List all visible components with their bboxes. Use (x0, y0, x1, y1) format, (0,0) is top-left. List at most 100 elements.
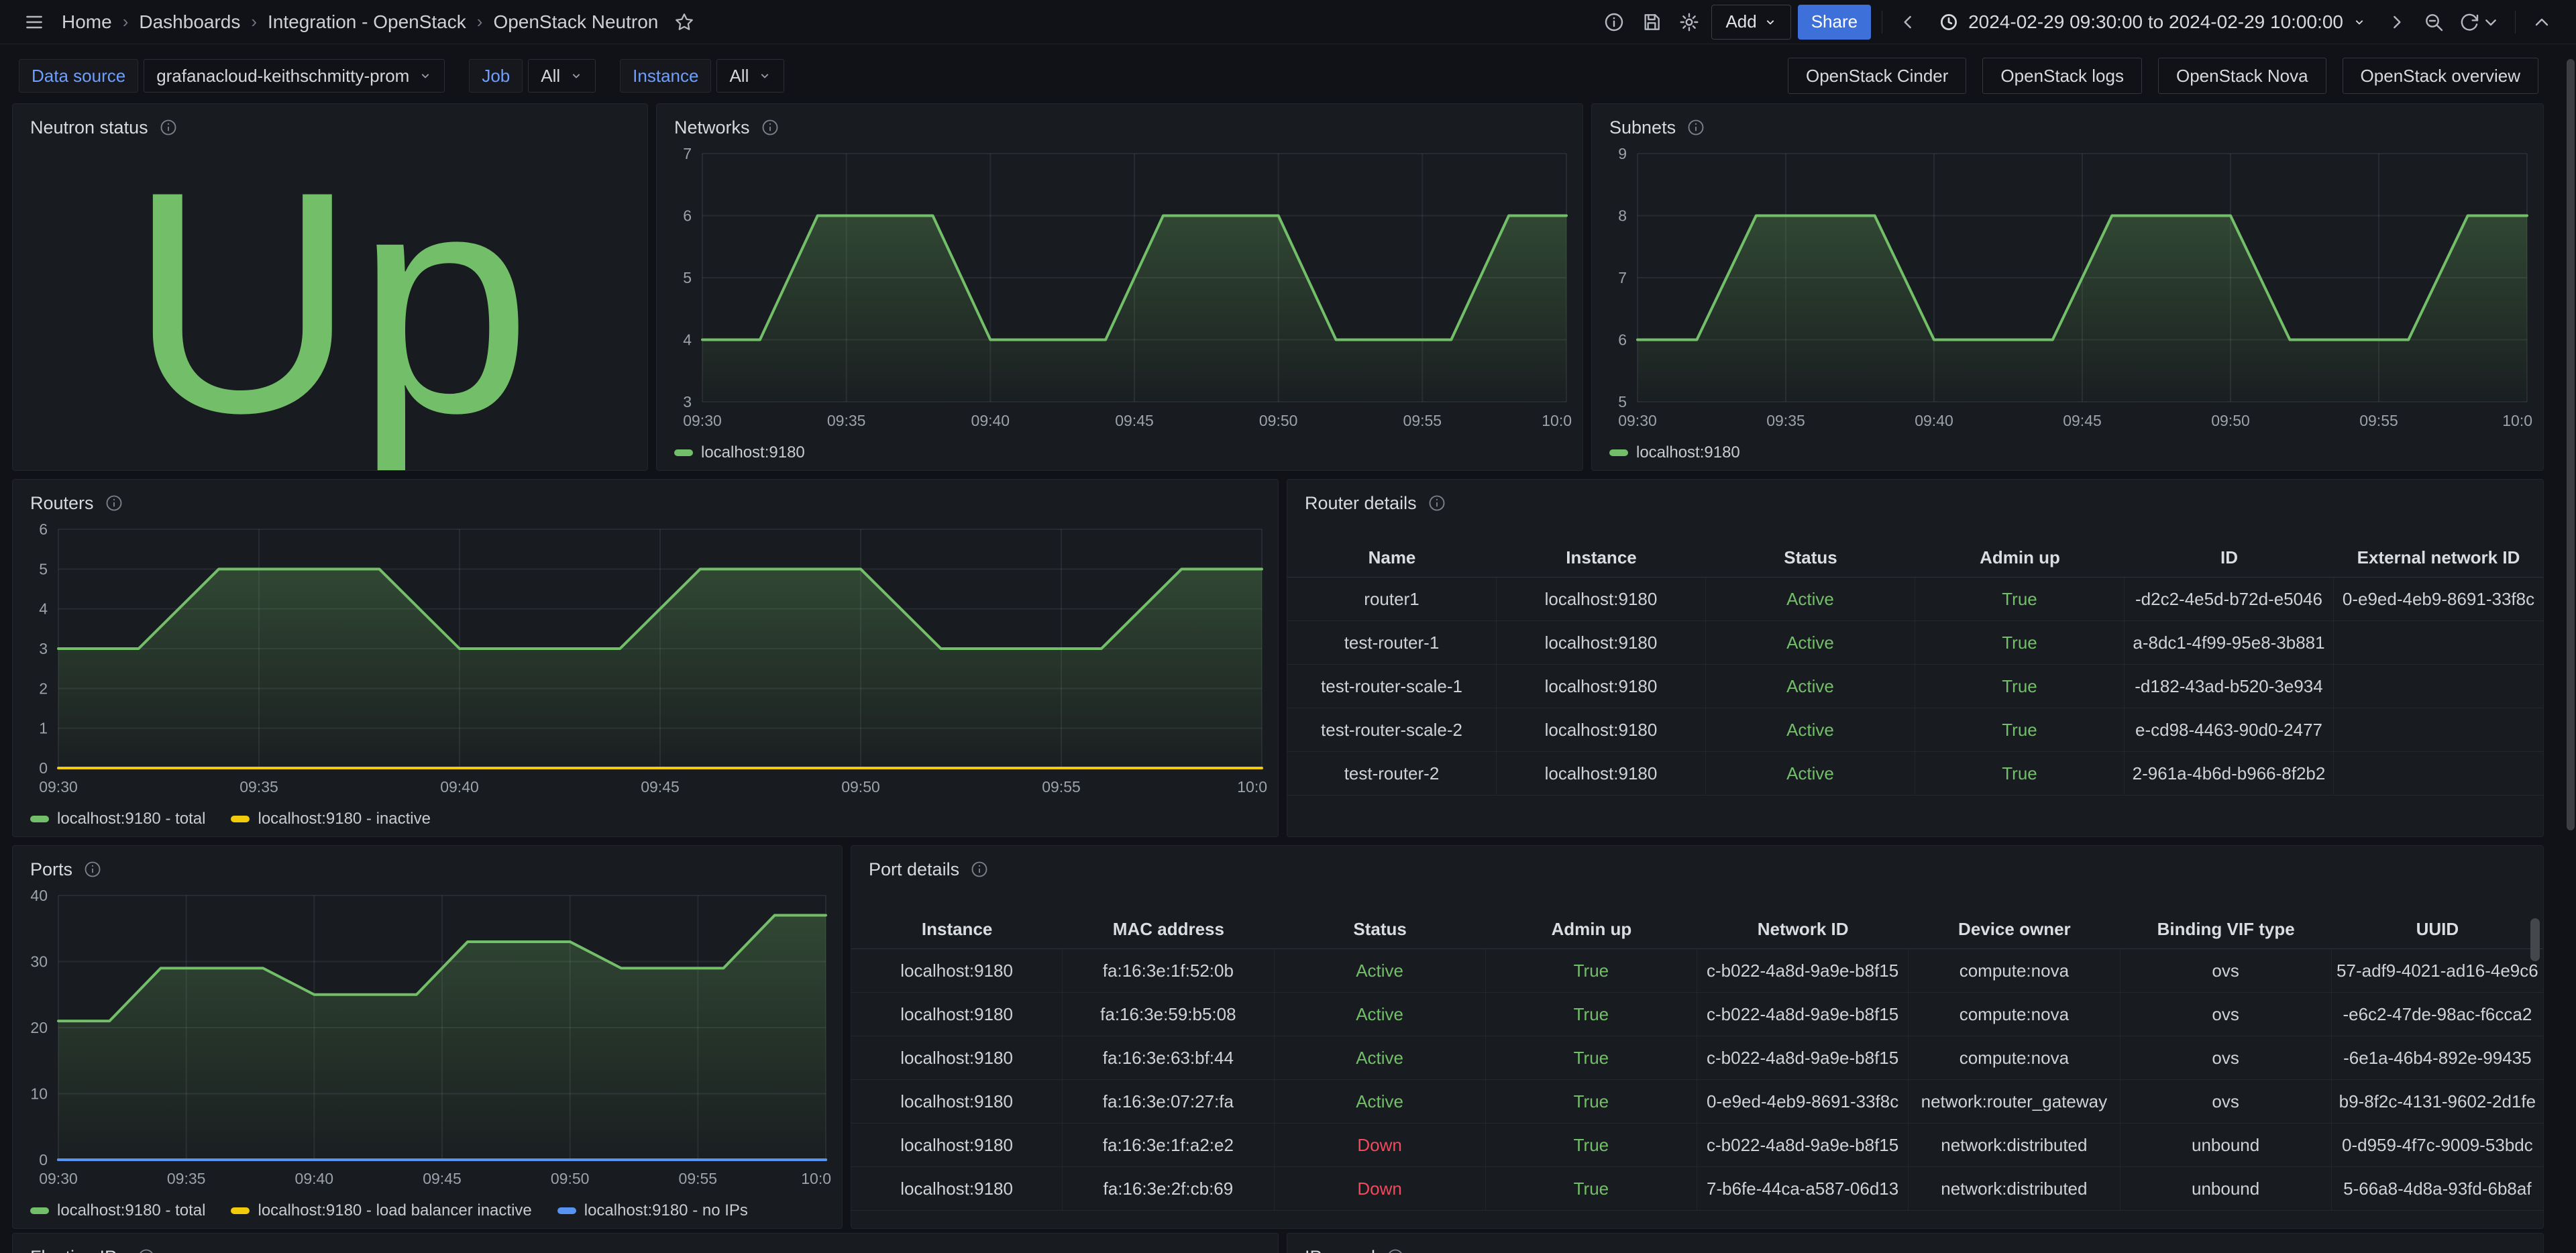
svg-text:09:45: 09:45 (641, 778, 680, 796)
svg-text:6: 6 (683, 207, 692, 225)
column-header[interactable]: Status (1706, 547, 1915, 568)
legend-item[interactable]: localhost:9180 - load balancer inactive (231, 1201, 531, 1220)
time-series-chart[interactable]: 3456709:3009:3509:4009:4509:5009:5510:0 (666, 142, 1573, 431)
cell: fa:16:3e:2f:cb:69 (1063, 1167, 1274, 1210)
time-series-chart[interactable]: 012345609:3009:3509:4009:4509:5009:5510:… (22, 517, 1269, 798)
info-icon[interactable] (1428, 494, 1446, 512)
panel-title[interactable]: Ports (30, 859, 72, 880)
column-header[interactable]: Binding VIF type (2121, 919, 2332, 940)
column-header[interactable]: MAC address (1063, 919, 1274, 940)
time-range-picker[interactable]: 2024-02-29 09:30:00 to 2024-02-29 10:00:… (1931, 5, 2374, 40)
cell: ovs (2121, 1036, 2332, 1079)
link-openstack-nova[interactable]: OpenStack Nova (2158, 58, 2326, 94)
legend-swatch (30, 1207, 49, 1214)
legend-item[interactable]: localhost:9180 - total (30, 1201, 205, 1220)
svg-text:09:45: 09:45 (1115, 412, 1154, 429)
info-icon[interactable] (1686, 118, 1705, 137)
panel-title-row: Port details (851, 846, 2543, 883)
column-header[interactable]: Instance (851, 919, 1063, 940)
link-openstack-overview[interactable]: OpenStack overview (2343, 58, 2538, 94)
dashboard-info-icon[interactable] (1599, 7, 1629, 38)
cell (2334, 752, 2543, 795)
job-select[interactable]: All (528, 59, 596, 93)
add-button[interactable]: Add (1711, 5, 1790, 40)
column-header[interactable]: Instance (1497, 547, 1706, 568)
share-button[interactable]: Share (1798, 5, 1871, 40)
cell: fa:16:3e:1f:52:0b (1063, 949, 1274, 992)
panel-title[interactable]: Routers (30, 493, 94, 514)
panel-title[interactable]: Floating IPs (30, 1247, 126, 1253)
legend-item[interactable]: localhost:9180 (674, 443, 805, 462)
link-openstack-logs[interactable]: OpenStack logs (1982, 58, 2142, 94)
breadcrumb-folder[interactable]: Integration - OpenStack (268, 11, 466, 33)
info-icon[interactable] (105, 494, 123, 512)
column-header[interactable]: Network ID (1697, 919, 1909, 940)
svg-text:0: 0 (39, 1151, 48, 1168)
zoom-out-icon[interactable] (2418, 7, 2449, 38)
column-header[interactable]: Name (1287, 547, 1497, 568)
panel-title[interactable]: Port details (869, 859, 959, 880)
time-forward-icon[interactable] (2381, 7, 2412, 38)
time-back-icon[interactable] (1893, 7, 1924, 38)
refresh-icon[interactable] (2456, 7, 2504, 38)
chevron-down-icon (419, 69, 432, 83)
legend-item[interactable]: localhost:9180 - total (30, 810, 205, 828)
info-icon[interactable] (83, 860, 102, 879)
time-series-chart[interactable]: 5678909:3009:3509:4009:4509:5009:5510:0 (1601, 142, 2534, 431)
info-icon[interactable] (1386, 1248, 1405, 1253)
table-scrollbar[interactable] (2530, 918, 2540, 961)
cell: fa:16:3e:1f:a2:e2 (1063, 1124, 1274, 1166)
panel-routers: Routers 012345609:3009:3509:4009:4509:50… (12, 479, 1279, 837)
table-header-row: InstanceMAC addressStatusAdmin upNetwork… (851, 910, 2543, 949)
table-row: localhost:9180fa:16:3e:1f:52:0bActiveTru… (851, 949, 2543, 993)
svg-text:09:30: 09:30 (39, 1170, 78, 1187)
column-header[interactable]: UUID (2332, 919, 2543, 940)
svg-text:20: 20 (30, 1019, 48, 1036)
legend-item[interactable]: localhost:9180 - no IPs (557, 1201, 748, 1220)
star-icon[interactable] (669, 7, 700, 38)
column-header[interactable]: ID (2125, 547, 2334, 568)
panel-title[interactable]: Subnets (1609, 117, 1676, 138)
cell: test-router-2 (1287, 752, 1497, 795)
settings-gear-icon[interactable] (1674, 7, 1705, 38)
save-icon[interactable] (1636, 7, 1667, 38)
instance-select[interactable]: All (716, 59, 784, 93)
nav-actions: Add Share 2024-02-29 09:30:00 to 2024-02… (1599, 5, 2557, 40)
cell: localhost:9180 (1497, 752, 1706, 795)
cell: e-cd98-4463-90d0-2477 (2125, 708, 2334, 751)
legend-swatch (674, 449, 693, 456)
legend-item[interactable]: localhost:9180 - inactive (231, 810, 430, 828)
panel-title[interactable]: Router details (1305, 493, 1417, 514)
cell: -d182-43ad-b520-3e934 (2125, 665, 2334, 708)
breadcrumb-dashboards[interactable]: Dashboards (139, 11, 240, 33)
info-icon[interactable] (137, 1248, 156, 1253)
cell: test-router-1 (1287, 621, 1497, 664)
time-series-chart[interactable]: 01020304009:3009:3509:4009:4509:5009:551… (22, 883, 833, 1189)
menu-icon[interactable] (19, 7, 50, 38)
column-header[interactable]: Admin up (1915, 547, 2125, 568)
breadcrumb-home[interactable]: Home (62, 11, 112, 33)
svg-text:1: 1 (39, 720, 48, 737)
column-header[interactable]: Device owner (1909, 919, 2120, 940)
variable-job: Job All (469, 59, 596, 93)
cell: Active (1275, 949, 1486, 992)
page-scrollbar[interactable] (2567, 59, 2575, 830)
column-header[interactable]: External network ID (2334, 547, 2543, 568)
legend-item[interactable]: localhost:9180 (1609, 443, 1740, 462)
legend-swatch (231, 816, 250, 822)
column-header[interactable]: Admin up (1486, 919, 1697, 940)
panel-title[interactable]: IPs used (1305, 1247, 1375, 1253)
chevron-down-icon (570, 69, 583, 83)
cell: Down (1275, 1167, 1486, 1210)
cell: -e6c2-47de-98ac-f6cca2 (2332, 993, 2543, 1036)
panel-title[interactable]: Networks (674, 117, 750, 138)
cell: localhost:9180 (851, 1167, 1063, 1210)
svg-text:3: 3 (39, 640, 48, 657)
info-icon[interactable] (970, 860, 989, 879)
column-header[interactable]: Status (1275, 919, 1486, 940)
link-openstack-cinder[interactable]: OpenStack Cinder (1788, 58, 1966, 94)
collapse-header-icon[interactable] (2526, 7, 2557, 38)
panel-neutron-status: Neutron status Up (12, 103, 648, 471)
datasource-select[interactable]: grafanacloud-keithschmitty-prom (144, 59, 445, 93)
info-icon[interactable] (761, 118, 780, 137)
